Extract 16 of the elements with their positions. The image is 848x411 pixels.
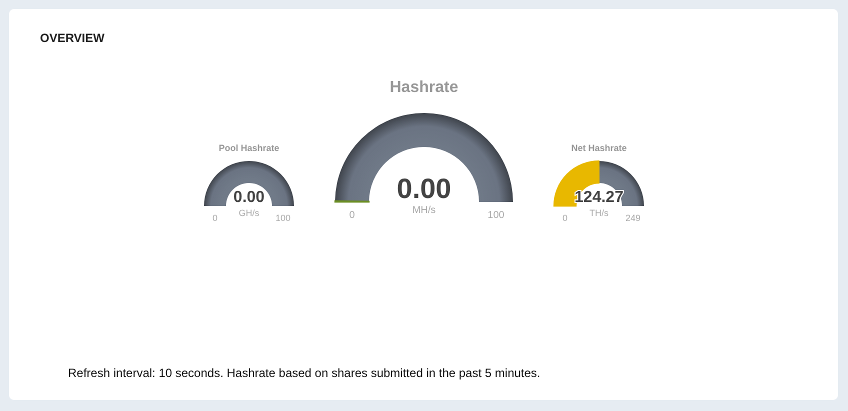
refresh-note: Refresh interval: 10 seconds. Hashrate based on shares submitted in the past 5 minutes. <box>68 366 540 380</box>
gauge-value: 0.00 <box>396 173 452 204</box>
gauge-title: Net Hashrate <box>571 143 627 153</box>
gauge-max-label: 100 <box>275 213 291 223</box>
gauge-min-label: 0 <box>349 210 355 221</box>
gauge-unit: MH/s <box>412 205 436 216</box>
gauge-min-label: 0 <box>562 213 568 223</box>
gauge-unit: GH/s <box>238 208 260 218</box>
gauge-title: Pool Hashrate <box>218 143 280 153</box>
gauge-max-label: 100 <box>488 210 504 221</box>
gauge-max-label: 249 <box>625 213 641 223</box>
section-title: OVERVIEW <box>40 31 104 45</box>
gauge-title: Hashrate <box>390 79 458 97</box>
gauge-value: 0.00 <box>233 189 265 206</box>
gauge-min-label: 0 <box>212 213 218 223</box>
gauge-unit: TH/s <box>590 208 608 218</box>
